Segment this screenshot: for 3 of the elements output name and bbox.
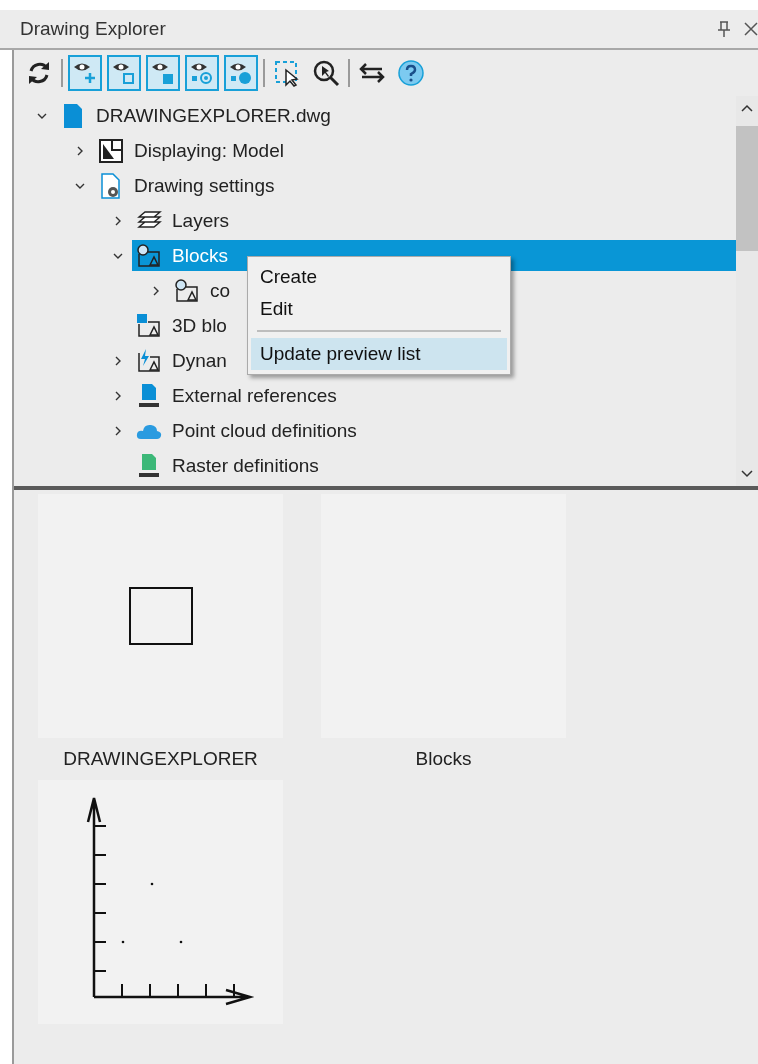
preview-label: Blocks bbox=[415, 748, 472, 770]
panel-title: Drawing Explorer bbox=[20, 18, 167, 40]
preview-label: DRAWINGEXPLORER bbox=[63, 748, 258, 770]
